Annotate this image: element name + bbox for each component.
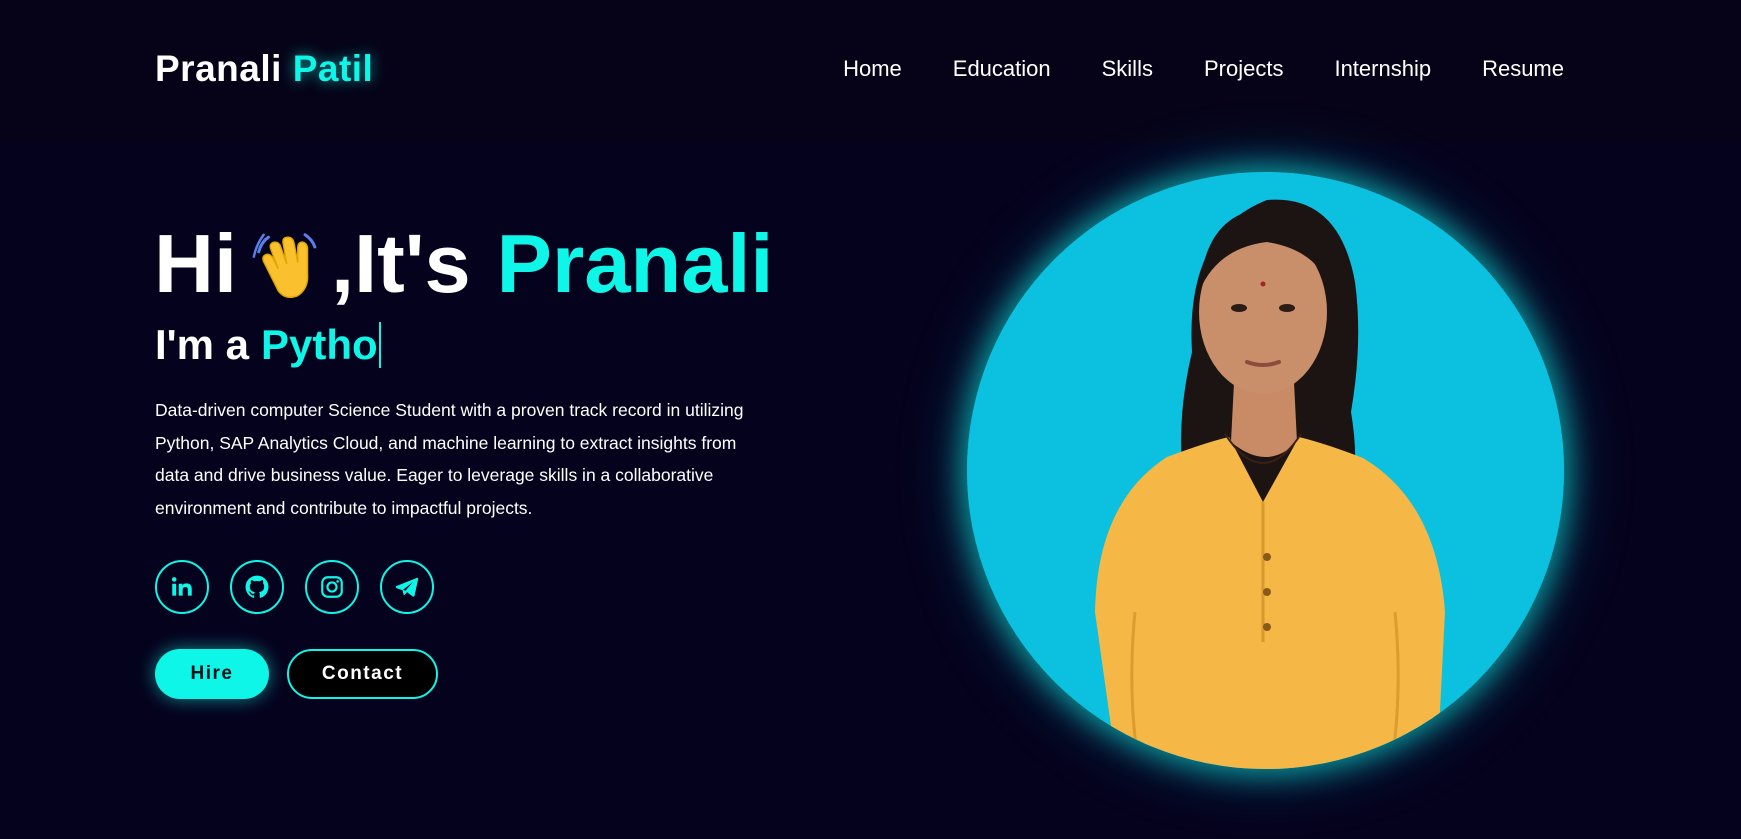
nav-skills[interactable]: Skills — [1102, 56, 1153, 82]
top-navbar: Pranali Patil Home Education Skills Proj… — [0, 0, 1741, 142]
subtitle-typed-text: Pytho — [261, 321, 378, 368]
telegram-icon — [395, 577, 419, 597]
profile-portrait-illustration — [967, 172, 1564, 769]
profile-photo — [967, 172, 1564, 769]
nav-home[interactable]: Home — [843, 56, 902, 82]
github-link[interactable] — [230, 560, 284, 614]
subtitle-prefix: I'm a — [155, 321, 250, 368]
greeting-its: ,It's — [331, 217, 471, 310]
logo-last-name: Patil — [292, 48, 374, 89]
github-icon — [245, 575, 269, 598]
nav-education[interactable]: Education — [953, 56, 1051, 82]
cta-buttons: Hire Contact — [155, 649, 438, 699]
greeting-hi: Hi — [154, 217, 237, 310]
social-links — [155, 560, 434, 614]
waving-hand-icon — [249, 225, 327, 303]
nav-resume[interactable]: Resume — [1482, 56, 1564, 82]
contact-button[interactable]: Contact — [287, 649, 438, 699]
hire-button[interactable]: Hire — [155, 649, 269, 699]
hero-description: Data-driven computer Science Student wit… — [155, 400, 744, 518]
instagram-icon — [321, 576, 343, 598]
typed-subtitle: I'm a Pytho — [155, 322, 381, 368]
linkedin-link[interactable] — [155, 560, 209, 614]
nav-internship[interactable]: Internship — [1334, 56, 1431, 82]
greeting-name: Pranali — [496, 217, 774, 310]
instagram-link[interactable] — [305, 560, 359, 614]
nav-projects[interactable]: Projects — [1204, 56, 1283, 82]
logo-first-name: Pranali — [155, 48, 282, 89]
main-nav: Home Education Skills Projects Internshi… — [843, 56, 1564, 82]
site-logo[interactable]: Pranali Patil — [155, 48, 373, 90]
linkedin-icon — [171, 577, 192, 596]
hero-heading: Hi ,It's Pranali — [154, 222, 773, 305]
typing-caret — [378, 322, 381, 368]
telegram-link[interactable] — [380, 560, 434, 614]
